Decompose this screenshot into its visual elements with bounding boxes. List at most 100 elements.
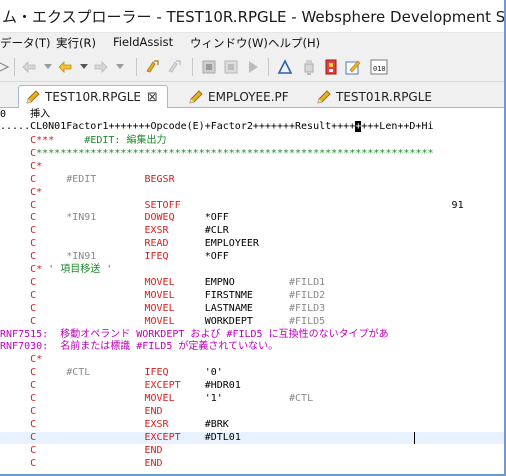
pencil-file-icon (26, 90, 40, 104)
source-line[interactable]: C MOVEL FIRSTNME #FILD2 (0, 290, 504, 302)
stop-icon[interactable] (200, 58, 218, 76)
source-token: C (0, 148, 37, 159)
back-icon[interactable] (20, 58, 38, 76)
source-editor[interactable]: C*** #EDIT: 編集出力 C**********************… (0, 133, 504, 474)
source-line[interactable]: C MOVEL LASTNAME #FILD3 (0, 303, 504, 315)
source-token: READ (144, 238, 205, 249)
source-token (36, 277, 144, 288)
source-line[interactable]: C #CTL IFEQ '0' (0, 367, 504, 379)
menu-data[interactable]: データ(T) (0, 35, 51, 51)
source-token (36, 419, 144, 430)
source-token: WORKDEPT (204, 316, 290, 327)
tab-test10r-rpgle[interactable]: TEST10R.RPGLE ⊠ (18, 85, 168, 108)
source-line[interactable]: C MOVEL WORKDEPT #FILD5 (0, 316, 504, 328)
menu-run[interactable]: 実行(R) (56, 35, 96, 51)
source-token: ****************************************… (36, 148, 434, 159)
source-line[interactable]: C*** #EDIT: 編集出力 (0, 135, 504, 147)
close-icon[interactable]: ⊠ (147, 90, 158, 105)
title-bar[interactable]: ム・エクスプローラー - TEST10R.RPGLE - Websphere D… (0, 0, 504, 32)
source-line[interactable]: C END (0, 406, 504, 418)
source-line[interactable]: C EXCEPT #DTL01 (0, 432, 504, 444)
pencil-file-icon (317, 89, 331, 104)
source-token: *OFF (204, 212, 229, 223)
source-token: C (0, 251, 37, 262)
source-token: END (144, 445, 163, 456)
forward-disabled-icon[interactable] (92, 58, 110, 76)
source-line[interactable]: C *IN91 DOWEQ *OFF (0, 212, 504, 224)
source-line[interactable]: C EXSR #CLR (0, 225, 504, 237)
delta-icon[interactable] (276, 58, 294, 76)
source-line[interactable]: C #EDIT BEGSR (0, 174, 504, 186)
source-token: BEGSR (144, 174, 175, 185)
source-line[interactable]: C MOVEL '1' #CTL (0, 393, 504, 405)
source-line[interactable]: C END (0, 458, 504, 470)
source-line[interactable]: C* ' 項目移送 ' (0, 264, 504, 276)
source-line[interactable]: C* (0, 161, 504, 173)
source-token: '0' (204, 367, 223, 378)
source-token: EMPNO (204, 277, 290, 288)
source-token: EXSR (144, 225, 205, 236)
text-cursor (414, 432, 415, 444)
source-token: C (0, 445, 37, 456)
source-token: #DTL01 (204, 432, 241, 443)
source-token: C (0, 316, 37, 327)
tab-label: EMPLOYEE.PF (208, 89, 289, 104)
error-message-line[interactable]: RNF7030: 名前または標識 #FILD5 が定義されていない。 (0, 341, 504, 353)
source-token: #FILD1 (289, 277, 326, 288)
source-token: C (0, 238, 37, 249)
menu-fieldassist[interactable]: FieldAssist (113, 35, 173, 49)
bug-icon[interactable] (322, 58, 340, 76)
source-line[interactable]: C MOVEL EMPNO #FILD1 (0, 277, 504, 289)
source-token: C (0, 303, 37, 314)
view-menu-icon[interactable] (0, 58, 10, 76)
source-token: SETOFF (144, 200, 181, 211)
stop-disabled-icon[interactable] (222, 58, 240, 76)
source-token: *IN91 (36, 251, 145, 262)
source-token: MOVEL (144, 290, 205, 301)
tab-label: TEST10R.RPGLE (45, 90, 141, 104)
forward-dropdown-icon[interactable] (114, 58, 126, 76)
compile-disabled-icon[interactable] (166, 58, 184, 76)
tab-test01r-rpgle[interactable]: TEST01R.RPGLE (310, 85, 450, 108)
menu-help[interactable]: ヘルプ(H) (268, 35, 320, 51)
forward-dropdown-icon[interactable] (78, 58, 90, 76)
source-token: ' 項目移送 ' (48, 264, 113, 275)
source-line[interactable]: C READ EMPLOYEER (0, 238, 504, 250)
menu-window[interactable]: ウィンドウ(W) (190, 35, 268, 51)
source-line[interactable]: C***************************************… (0, 148, 504, 160)
back-dropdown-icon[interactable] (42, 58, 54, 76)
source-token: RNF7030: 名前または標識 #FILD5 が定義されていない。 (0, 341, 279, 352)
source-line[interactable]: C *IN91 IFEQ *OFF (0, 251, 504, 263)
edit-icon[interactable] (344, 58, 362, 76)
source-token: C (0, 225, 37, 236)
source-token: C (0, 212, 37, 223)
source-line[interactable]: C END (0, 445, 504, 457)
source-token (36, 225, 144, 236)
source-line[interactable]: C* (0, 354, 504, 366)
compile-icon[interactable] (144, 58, 162, 76)
source-line[interactable]: C* (0, 187, 504, 199)
source-token: END (144, 406, 163, 417)
source-token: IFEQ (144, 251, 205, 262)
source-token: C* (0, 264, 49, 275)
source-token: C* (0, 161, 43, 172)
numbers-icon[interactable]: 010 (368, 58, 390, 76)
tab-employee-pf[interactable]: EMPLOYEE.PF (182, 85, 302, 108)
source-token: #FILD5 (289, 316, 326, 327)
toolbar: 010 (0, 52, 504, 82)
source-line[interactable]: C EXSR #BRK (0, 419, 504, 431)
source-token: C (0, 419, 37, 430)
run-icon[interactable] (244, 58, 262, 76)
source-token (36, 458, 144, 469)
error-message-line[interactable]: RNF7515: 移動オペランド WORKDEPT および #FILD5 に互換… (0, 329, 504, 341)
toolbar-separator (268, 58, 269, 76)
source-line[interactable]: C EXCEPT #HDR01 (0, 380, 504, 392)
source-token: EXCEPT (144, 380, 205, 391)
source-token: MOVEL (144, 277, 205, 288)
forward-icon[interactable] (56, 58, 74, 76)
source-line[interactable]: C SETOFF 91 (0, 200, 504, 212)
source-token: #CTL (36, 367, 145, 378)
source-token: C (0, 174, 37, 185)
source-token: #CLR (204, 225, 229, 236)
debug-icon[interactable] (300, 58, 318, 76)
